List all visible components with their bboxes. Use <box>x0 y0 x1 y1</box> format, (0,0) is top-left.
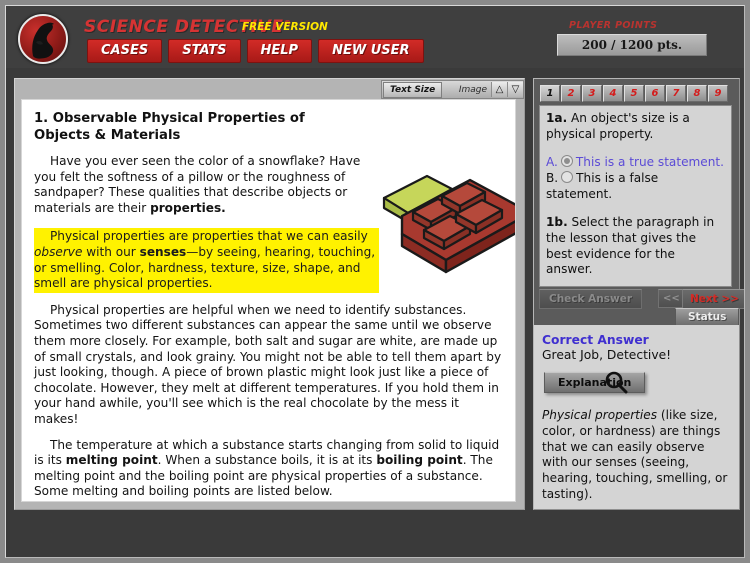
application-stage: SCIENCE DETECTIVE® FREE VERSION CASES ST… <box>5 5 745 558</box>
question-tab-2[interactable]: 2 <box>561 85 581 102</box>
lesson-highlight-text: Physical properties are properties that … <box>34 229 376 291</box>
lesson-highlighted-definition[interactable]: Physical properties are properties that … <box>34 228 379 293</box>
question-button-row: Check Answer << Next >> Status <box>534 289 744 326</box>
text-size-button[interactable]: Text Size <box>383 81 443 98</box>
player-points-value: 200 / 1200 pts. <box>581 38 683 52</box>
explanation-text: Physical properties (like size, color, o… <box>542 408 731 503</box>
application-window: SCIENCE DETECTIVE® FREE VERSION CASES ST… <box>0 0 750 563</box>
lesson-panel: Text Size Image △ ▽ 1. Observable Physic… <box>14 78 525 510</box>
question-1b-number: 1b. <box>546 214 568 229</box>
lesson-content-scroll[interactable]: 1. Observable Physical Properties of Obj… <box>21 99 516 502</box>
question-1a-text: An object's size is a physical property. <box>546 111 690 141</box>
question-tab-1[interactable]: 1 <box>540 85 560 102</box>
status-button[interactable]: Status <box>675 308 740 326</box>
player-points-display: 200 / 1200 pts. <box>557 34 707 56</box>
lesson-paragraph-3: The temperature at which a substance sta… <box>34 437 500 499</box>
player-points-label: PLAYER POINTS <box>569 20 658 31</box>
answer-option-a[interactable]: A. This is a true statement. <box>546 154 725 171</box>
previous-question-button[interactable]: << <box>658 289 685 308</box>
question-tab-9[interactable]: 9 <box>708 85 728 102</box>
chocolate-bar-illustration <box>380 158 515 293</box>
lesson-toolbar: Text Size Image △ ▽ <box>381 80 524 99</box>
question-content: 1a. An object's size is a physical prope… <box>539 105 732 287</box>
option-b-letter: B. <box>546 171 559 186</box>
explanation-button[interactable]: Explanation <box>544 372 646 393</box>
question-tab-6[interactable]: 6 <box>645 85 665 102</box>
nav-button-new-user[interactable]: NEW USER <box>318 39 424 63</box>
nav-button-stats[interactable]: STATS <box>168 39 241 63</box>
answer-options: A. This is a true statement. B. This is a … <box>546 154 725 203</box>
question-tab-3[interactable]: 3 <box>582 85 602 102</box>
nav-button-cases[interactable]: CASES <box>87 39 163 63</box>
question-panel: 1 2 3 4 5 6 7 8 9 1a. An object's size i… <box>533 78 744 510</box>
lesson-title: 1. Observable Physical Properties of Obj… <box>34 111 305 143</box>
answer-feedback-panel: Correct Answer Great Job, Detective! Exp… <box>534 325 739 509</box>
option-a-text: This is a true statement. <box>575 154 724 169</box>
explanation-button-area: Explanation <box>542 371 731 396</box>
correct-answer-header: Correct Answer <box>542 333 649 347</box>
question-1a-number: 1a. <box>546 111 568 125</box>
lesson-paragraph-2: Physical properties are helpful when we … <box>34 302 502 426</box>
question-tab-4[interactable]: 4 <box>603 85 623 102</box>
image-down-button[interactable]: ▽ <box>507 82 523 97</box>
praise-message: Great Job, Detective! <box>542 348 672 362</box>
next-question-button[interactable]: Next >> <box>682 289 744 309</box>
question-tabs: 1 2 3 4 5 6 7 8 9 <box>540 85 728 102</box>
image-label: Image <box>458 84 487 95</box>
question-1a: 1a. An object's size is a physical prope… <box>546 111 725 143</box>
lesson-paragraph-1: Have you ever seen the color of a snowfl… <box>34 154 361 215</box>
image-up-button[interactable]: △ <box>491 82 507 97</box>
explanation-term: Physical properties <box>542 408 658 422</box>
detective-logo-icon <box>18 14 68 64</box>
question-1b: 1b. Select the paragraph in the lesson t… <box>546 215 725 278</box>
question-tab-8[interactable]: 8 <box>687 85 707 102</box>
answer-option-b[interactable]: B. This is a false statement. <box>546 171 725 203</box>
question-tab-7[interactable]: 7 <box>666 85 686 102</box>
option-a-letter: A. <box>546 154 558 169</box>
nav-button-help[interactable]: HELP <box>246 39 313 63</box>
app-header: SCIENCE DETECTIVE® FREE VERSION CASES ST… <box>6 6 744 68</box>
question-1b-text: Select the paragraph in the lesson that … <box>546 214 715 277</box>
radio-button-a[interactable] <box>560 154 573 167</box>
free-version-badge: FREE VERSION <box>242 21 328 33</box>
radio-button-b[interactable] <box>561 171 574 184</box>
check-answer-button[interactable]: Check Answer <box>539 289 643 309</box>
main-navigation: CASES STATS HELP NEW USER <box>87 39 424 63</box>
question-tab-5[interactable]: 5 <box>624 85 644 102</box>
